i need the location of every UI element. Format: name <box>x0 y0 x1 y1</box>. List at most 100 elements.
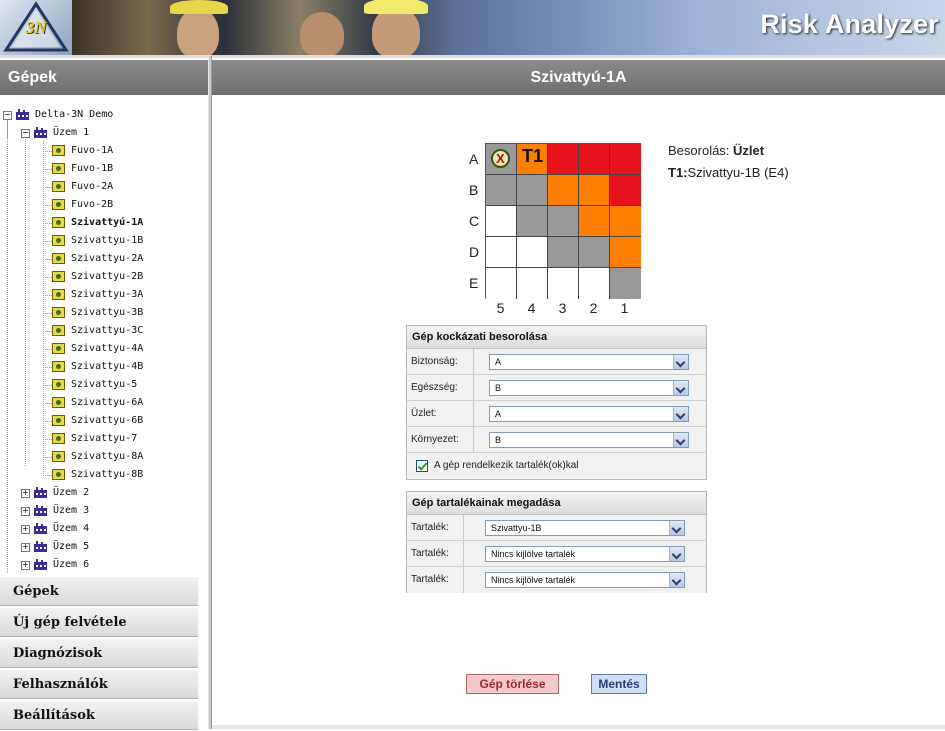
tree-item-machine[interactable]: Szivattyu-2B <box>0 268 207 286</box>
expand-icon[interactable]: + <box>21 489 30 498</box>
field-label: Tartalék: <box>411 548 449 559</box>
machine-icon <box>52 271 65 282</box>
tree-item-machine[interactable]: Fuvo-2A <box>0 178 207 196</box>
tree-item-machine[interactable]: Szivattyu-5 <box>0 376 207 394</box>
nav-users[interactable]: Felhasználók <box>0 669 198 699</box>
backup-select-1[interactable]: Szivattyu-1B <box>485 520 685 536</box>
tree-item-plant[interactable]: − Üzem 1 <box>0 124 207 142</box>
backup-select-3[interactable]: Nincs kijlölve tartalék <box>485 572 685 588</box>
matrix-cell <box>548 237 579 268</box>
health-select[interactable]: B <box>489 380 689 396</box>
machine-icon <box>52 379 65 390</box>
tree-item-machine[interactable]: Fuvo-1A <box>0 142 207 160</box>
chevron-down-icon[interactable] <box>669 521 684 535</box>
tree-item-machine-selected[interactable]: Szivattyú-1A <box>0 214 207 232</box>
form-row: Egészség: B <box>407 375 706 401</box>
matrix-cell: T1 <box>517 144 548 175</box>
collapse-icon[interactable]: − <box>21 129 30 138</box>
tree-item-label: Üzem 3 <box>53 505 90 516</box>
tree-item-label: Szivattyú-1A <box>71 217 144 228</box>
matrix-cell <box>579 175 610 206</box>
nav-settings[interactable]: Beállítások <box>0 700 198 730</box>
tree-item-plant[interactable]: + Üzem 2 <box>0 484 207 502</box>
panel-divider[interactable] <box>208 56 212 729</box>
form-row: Biztonság: A <box>407 349 706 375</box>
chevron-down-icon[interactable] <box>673 381 688 395</box>
delete-machine-button[interactable]: Gép törlése <box>466 674 559 694</box>
nav-new-machine[interactable]: Új gép felvétele <box>0 607 198 637</box>
has-backup-checkbox[interactable] <box>416 460 428 472</box>
tree-item-plant[interactable]: + Üzem 6 <box>0 556 207 574</box>
tree-item-label: Szivattyu-1B <box>71 235 144 246</box>
expand-icon[interactable]: + <box>21 561 30 570</box>
matrix-cell: X <box>486 144 517 175</box>
chevron-down-icon[interactable] <box>669 547 684 561</box>
tree-item-machine[interactable]: Szivattyu-7 <box>0 430 207 448</box>
column-label: 1 <box>620 300 629 316</box>
collapse-icon[interactable]: − <box>3 111 12 120</box>
tree-item-machine[interactable]: Szivattyu-4B <box>0 358 207 376</box>
header-photo <box>72 0 452 55</box>
tree-item-machine[interactable]: Szivattyu-6A <box>0 394 207 412</box>
matrix-cell <box>610 206 641 237</box>
machine-icon <box>52 235 65 246</box>
tree-item-machine[interactable]: Szivattyu-6B <box>0 412 207 430</box>
tree-root[interactable]: − Delta-3N Demo <box>0 106 207 124</box>
tree-item-machine[interactable]: Szivattyu-2A <box>0 250 207 268</box>
expand-icon[interactable]: + <box>21 525 30 534</box>
tree-item-label: Szivattyu-2A <box>71 253 144 264</box>
row-label: B <box>469 182 479 198</box>
matrix-cell <box>610 175 641 206</box>
tree-item-plant[interactable]: + Üzem 5 <box>0 538 207 556</box>
tree-item-label: Üzem 1 <box>53 127 90 138</box>
tree-item-machine[interactable]: Szivattyu-3B <box>0 304 207 322</box>
expand-icon[interactable]: + <box>21 543 30 552</box>
chevron-down-icon[interactable] <box>669 573 684 587</box>
nav-machines[interactable]: Gépek <box>0 576 198 606</box>
select-value: Szivattyu-1B <box>491 523 542 533</box>
matrix-cell <box>548 144 579 175</box>
tree-item-machine[interactable]: Szivattyu-8A <box>0 448 207 466</box>
tree-item-machine[interactable]: Szivattyu-3A <box>0 286 207 304</box>
column-label: 2 <box>589 300 598 316</box>
matrix-cell <box>610 237 641 268</box>
tree-item-plant[interactable]: + Üzem 4 <box>0 520 207 538</box>
tree-item-label: Szivattyu-3B <box>71 307 144 318</box>
expand-icon[interactable]: + <box>21 507 30 516</box>
business-select[interactable]: A <box>489 406 689 422</box>
row-label: C <box>469 213 480 229</box>
tree-item-label: Szivattyu-3A <box>71 289 144 300</box>
matrix-cell <box>610 268 641 299</box>
checkbox-label: A gép rendelkezik tartalék(ok)kal <box>434 460 579 471</box>
machine-icon <box>52 217 65 228</box>
save-button[interactable]: Mentés <box>591 674 647 694</box>
page-title: Szivattyú-1A <box>212 60 945 95</box>
app-header: 3N Risk Analyzer <box>0 0 945 55</box>
select-value: B <box>495 435 502 445</box>
backup-select-2[interactable]: Nincs kijlölve tartalék <box>485 546 685 562</box>
plant-icon <box>34 487 47 498</box>
plant-icon <box>34 127 47 138</box>
safety-select[interactable]: A <box>489 354 689 370</box>
header-separator <box>0 55 945 58</box>
tree-item-machine[interactable]: Szivattyu-4A <box>0 340 207 358</box>
risk-classification-panel: Gép kockázati besorolása Biztonság: A Eg… <box>406 325 707 480</box>
matrix-cell <box>517 237 548 268</box>
tree-item-plant[interactable]: + Üzem 3 <box>0 502 207 520</box>
chevron-down-icon[interactable] <box>673 433 688 447</box>
nav-diagnoses[interactable]: Diagnózisok <box>0 638 198 668</box>
tree-item-machine[interactable]: Szivattyu-3C <box>0 322 207 340</box>
tree-item-machine[interactable]: Fuvo-2B <box>0 196 207 214</box>
tree-item-machine[interactable]: Szivattyu-8B <box>0 466 207 484</box>
tree-item-label: Szivattyu-8B <box>71 469 144 480</box>
environment-select[interactable]: B <box>489 432 689 448</box>
chevron-down-icon[interactable] <box>673 355 688 369</box>
chevron-down-icon[interactable] <box>673 407 688 421</box>
row-label: A <box>469 151 479 167</box>
form-row: Tartalék: Szivattyu-1B <box>407 515 706 541</box>
tree-item-machine[interactable]: Fuvo-1B <box>0 160 207 178</box>
select-value: Nincs kijlölve tartalék <box>491 549 576 559</box>
matrix-cell <box>486 237 517 268</box>
backup-position-marker: T1 <box>521 146 543 166</box>
tree-item-machine[interactable]: Szivattyu-1B <box>0 232 207 250</box>
